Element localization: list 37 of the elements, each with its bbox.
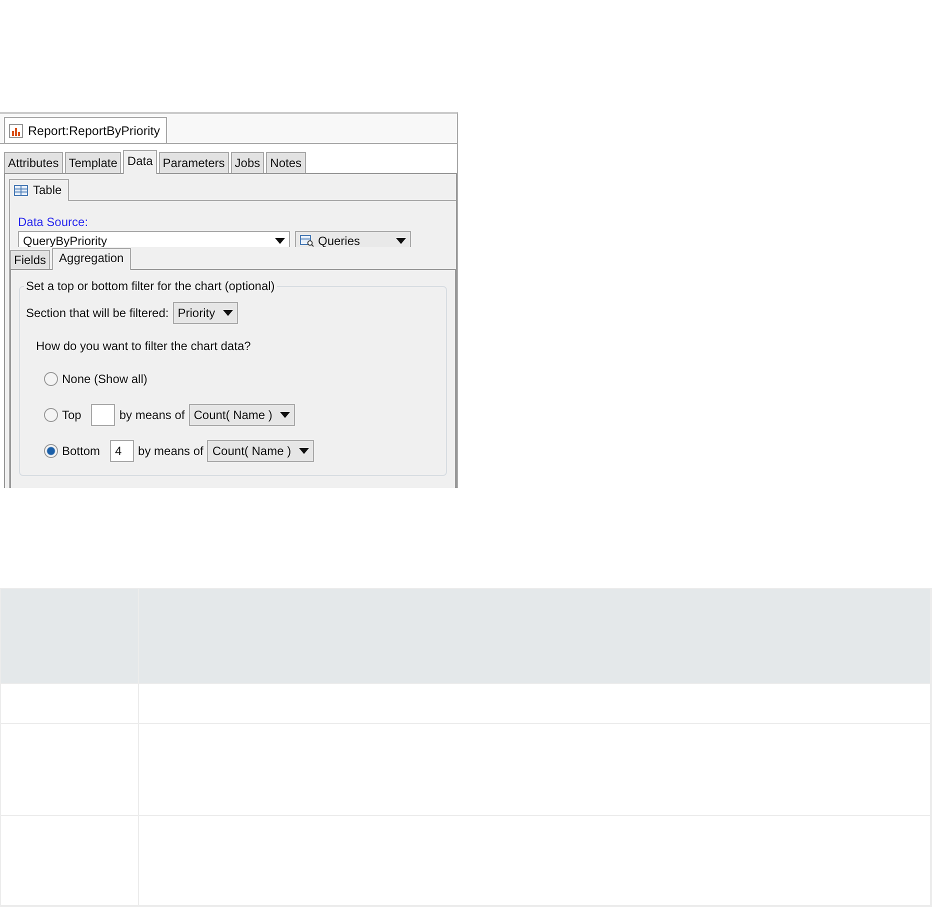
source-type-dropdown[interactable]: Queries <box>295 231 411 247</box>
count-field[interactable] <box>91 404 116 426</box>
caret-icon <box>396 238 406 244</box>
tab[interactable]: Template <box>64 152 122 173</box>
caret-icon <box>275 238 285 244</box>
field-label: by means of <box>138 444 204 458</box>
measure-dropdown[interactable]: Count( Name ) <box>207 440 314 462</box>
section-dropdown[interactable]: Priority <box>172 302 238 324</box>
report-chart-icon <box>9 124 23 138</box>
tab[interactable]: Data <box>123 150 157 174</box>
radio-button[interactable] <box>44 408 58 422</box>
editor-tab[interactable]: Report:ReportByPriority <box>4 117 167 143</box>
tab[interactable]: Fields <box>10 250 50 269</box>
tab[interactable]: Jobs <box>230 152 264 173</box>
tab[interactable]: Notes <box>266 152 306 173</box>
field-label: by means of <box>119 408 185 422</box>
option-label: Top <box>62 408 82 422</box>
field-label: Data Source: <box>18 215 90 231</box>
measure-dropdown[interactable]: Count( Name ) <box>188 404 296 426</box>
tab[interactable]: Attributes <box>4 152 63 173</box>
group-title: Set a top or bottom filter for the chart (optional) <box>24 279 277 293</box>
option-label: None (Show all) <box>62 372 148 386</box>
field-label: Section that will be filtered: <box>26 306 169 320</box>
table-icon <box>14 184 28 196</box>
caret-icon <box>223 310 234 316</box>
editor-title: Report:ReportByPriority <box>28 124 160 138</box>
caret-icon <box>299 448 310 454</box>
tab[interactable]: Parameters <box>158 152 229 173</box>
query-icon <box>300 235 314 247</box>
radio-button[interactable] <box>44 444 58 458</box>
radio-button[interactable] <box>44 372 58 386</box>
tab[interactable]: Table <box>9 179 69 201</box>
caret-icon <box>280 412 290 418</box>
tab[interactable]: Aggregation <box>52 248 131 270</box>
option-label: Bottom <box>62 444 100 458</box>
question-text: How do you want to filter the chart data? <box>36 339 252 353</box>
count-field[interactable]: 4 <box>110 440 134 462</box>
